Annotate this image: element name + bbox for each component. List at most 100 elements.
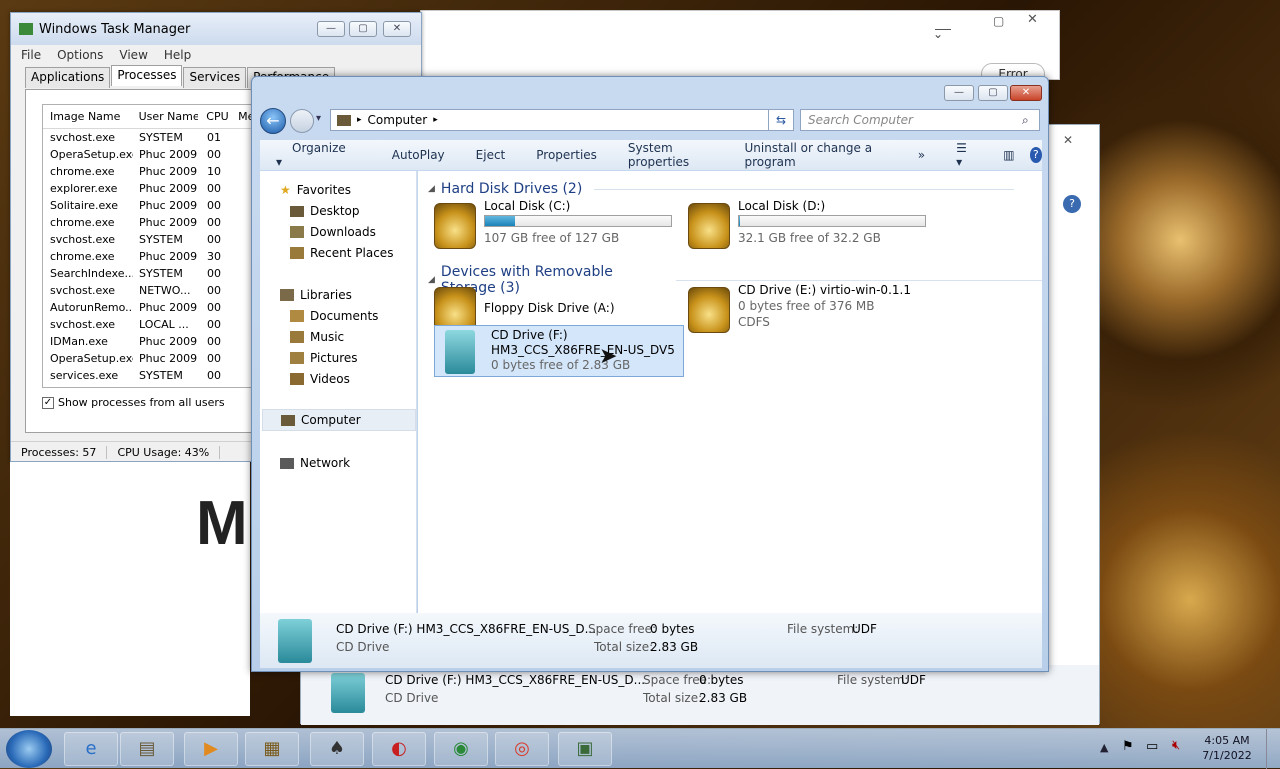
show-all-checkbox[interactable]: ✓ bbox=[42, 396, 54, 409]
tray-expand-icon[interactable]: ▲ bbox=[1100, 741, 1108, 754]
drive-c-usage-bar bbox=[484, 215, 672, 227]
table-row[interactable]: svchost.exe NETWO... 00 bbox=[43, 282, 262, 299]
chrome-close-icon[interactable]: ✕ bbox=[1027, 12, 1038, 27]
close-icon[interactable]: ✕ bbox=[1063, 133, 1073, 147]
network-tray-icon[interactable]: ▭ bbox=[1146, 739, 1158, 754]
search-input[interactable]: Search Computer bbox=[800, 109, 1040, 131]
col-user-name[interactable]: User Name bbox=[133, 110, 199, 123]
table-row[interactable]: SearchIndexe... SYSTEM 00 bbox=[43, 265, 262, 282]
nav-videos[interactable]: Videos bbox=[290, 372, 350, 386]
nav-downloads[interactable]: Downloads bbox=[290, 225, 376, 239]
refresh-button[interactable]: ⇆ bbox=[768, 109, 794, 131]
chrome-maximize-icon[interactable]: ▢ bbox=[993, 14, 1004, 28]
task-manager-taskbar-icon[interactable]: ▦ bbox=[245, 732, 299, 766]
preview-pane-icon[interactable]: ▥ bbox=[987, 148, 1029, 162]
process-list[interactable]: Image Name User Name CPU Me svchost.exe S… bbox=[42, 104, 262, 388]
col-image-name[interactable]: Image Name bbox=[43, 110, 133, 123]
system-properties-button[interactable]: System properties bbox=[612, 141, 729, 169]
table-row[interactable]: services.exe SYSTEM 00 bbox=[43, 367, 262, 384]
menu-options[interactable]: Options bbox=[57, 48, 103, 62]
chevron-right-icon[interactable]: ▸ bbox=[357, 115, 362, 125]
nav-documents[interactable]: Documents bbox=[290, 309, 378, 323]
col-cpu[interactable]: CPU bbox=[198, 110, 234, 123]
show-desktop-button[interactable] bbox=[1266, 729, 1280, 769]
eject-button[interactable]: Eject bbox=[460, 148, 521, 162]
table-row[interactable]: chrome.exe Phuc 2009 10 bbox=[43, 163, 262, 180]
nav-libraries[interactable]: Libraries bbox=[280, 288, 352, 302]
solitaire-icon[interactable]: ♠ bbox=[310, 732, 364, 766]
action-center-flag-icon[interactable]: ⚑ bbox=[1122, 739, 1134, 754]
table-row[interactable]: OperaSetup.exe Phuc 2009 00 bbox=[43, 350, 262, 367]
opera-icon[interactable]: ◐ bbox=[372, 732, 426, 766]
nav-pictures[interactable]: Pictures bbox=[290, 351, 358, 365]
tab-applications[interactable]: Applications bbox=[25, 67, 111, 88]
table-row[interactable]: Solitaire.exe Phuc 2009 00 bbox=[43, 197, 262, 214]
tab-processes[interactable]: Processes bbox=[111, 65, 183, 86]
address-bar[interactable]: ▸ Computer ▸ ▾ bbox=[330, 109, 792, 131]
history-chevron-icon[interactable]: ▾ bbox=[316, 113, 321, 124]
chrome-icon[interactable]: ◎ bbox=[495, 732, 549, 766]
nav-music[interactable]: Music bbox=[290, 330, 344, 344]
autoplay-button[interactable]: AutoPlay bbox=[376, 148, 460, 162]
chevron-right-icon[interactable]: ▸ bbox=[433, 115, 438, 125]
nav-recent-places[interactable]: Recent Places bbox=[290, 246, 393, 260]
more-commands-icon[interactable]: » bbox=[902, 148, 940, 162]
nav-favorites[interactable]: ★ Favorites bbox=[280, 183, 351, 197]
start-button[interactable] bbox=[6, 730, 52, 768]
clock[interactable]: 4:05 AM 7/1/2022 bbox=[1196, 733, 1258, 763]
monitor-icon[interactable]: ▣ bbox=[558, 732, 612, 766]
table-row[interactable]: svchost.exe SYSTEM 01 bbox=[43, 129, 262, 146]
forward-button[interactable] bbox=[290, 109, 314, 133]
table-row[interactable]: chrome.exe Phuc 2009 30 bbox=[43, 248, 262, 265]
process-image-name: svchost.exe bbox=[50, 233, 116, 246]
table-row[interactable]: chrome.exe Phuc 2009 00 bbox=[43, 214, 262, 231]
properties-button[interactable]: Properties bbox=[520, 148, 612, 162]
drive-e[interactable]: CD Drive (E:) virtio-win-0.1.1 0 bytes f… bbox=[682, 283, 932, 337]
table-row[interactable]: AutorunRemo... Phuc 2009 00 bbox=[43, 299, 262, 316]
table-row[interactable]: IDMan.exe Phuc 2009 00 bbox=[43, 333, 262, 350]
maximize-button[interactable]: ▢ bbox=[349, 21, 377, 37]
menu-view[interactable]: View bbox=[119, 48, 147, 62]
drive-f-label: HM3_CCS_X86FRE_EN-US_DV5 bbox=[491, 343, 675, 357]
minimize-button[interactable]: — bbox=[944, 85, 974, 101]
maximize-button[interactable]: ▢ bbox=[978, 85, 1008, 101]
process-user-name: Phuc 2009 bbox=[139, 301, 198, 314]
back-button[interactable]: ← bbox=[260, 108, 286, 134]
help-icon[interactable]: ? bbox=[1063, 195, 1081, 213]
drive-d-free: 32.1 GB free of 32.2 GB bbox=[738, 231, 881, 245]
volume-muted-icon[interactable]: 🔇︎ bbox=[1172, 738, 1180, 753]
nav-desktop[interactable]: Desktop bbox=[290, 204, 360, 218]
drive-d[interactable]: Local Disk (D:) 32.1 GB free of 32.2 GB bbox=[682, 199, 932, 253]
process-cpu: 00 bbox=[207, 199, 221, 212]
details-name: CD Drive (F:) HM3_CCS_X86FRE_EN-US_D... bbox=[385, 673, 646, 687]
window-title: Windows Task Manager bbox=[39, 21, 191, 37]
menu-file[interactable]: File bbox=[21, 48, 41, 62]
show-all-processes[interactable]: ✓ Show processes from all users bbox=[42, 396, 225, 409]
drive-c[interactable]: Local Disk (C:) 107 GB free of 127 GB bbox=[428, 199, 678, 253]
uninstall-button[interactable]: Uninstall or change a program bbox=[729, 141, 902, 169]
media-player-icon[interactable]: ▶ bbox=[184, 732, 238, 766]
close-button[interactable]: ✕ bbox=[383, 21, 411, 37]
table-row[interactable]: OperaSetup.exe Phuc 2009 00 bbox=[43, 146, 262, 163]
table-row[interactable]: svchost.exe SYSTEM 00 bbox=[43, 231, 262, 248]
file-explorer-icon[interactable]: ▤ bbox=[120, 732, 174, 766]
tab-services[interactable]: Services bbox=[183, 67, 247, 88]
organize-button[interactable]: Organize ▾ bbox=[260, 141, 376, 169]
view-options-icon[interactable]: ☰ ▾ bbox=[940, 141, 987, 169]
table-row[interactable]: svchost.exe LOCAL ... 00 bbox=[43, 316, 262, 333]
search-icon[interactable]: ⌕ bbox=[1022, 113, 1029, 128]
help-icon[interactable]: ? bbox=[1029, 147, 1042, 163]
idm-icon[interactable]: ◉ bbox=[434, 732, 488, 766]
process-cpu: 00 bbox=[207, 284, 221, 297]
nav-network[interactable]: Network bbox=[280, 456, 350, 470]
table-row[interactable]: explorer.exe Phuc 2009 00 bbox=[43, 180, 262, 197]
minimize-button[interactable]: — bbox=[317, 21, 345, 37]
group-hard-disk-drives[interactable]: ◢ Hard Disk Drives (2) bbox=[428, 181, 1014, 197]
internet-explorer-icon[interactable]: e bbox=[64, 732, 118, 766]
nav-computer[interactable]: Computer bbox=[262, 409, 416, 431]
menu-help[interactable]: Help bbox=[164, 48, 191, 62]
close-button[interactable]: ✕ bbox=[1010, 85, 1042, 101]
chrome-chevron-down-icon[interactable]: ⌄ bbox=[933, 27, 943, 41]
drive-f[interactable]: CD Drive (F:) HM3_CCS_X86FRE_EN-US_DV5 0… bbox=[434, 325, 684, 377]
address-root[interactable]: Computer bbox=[368, 113, 428, 127]
